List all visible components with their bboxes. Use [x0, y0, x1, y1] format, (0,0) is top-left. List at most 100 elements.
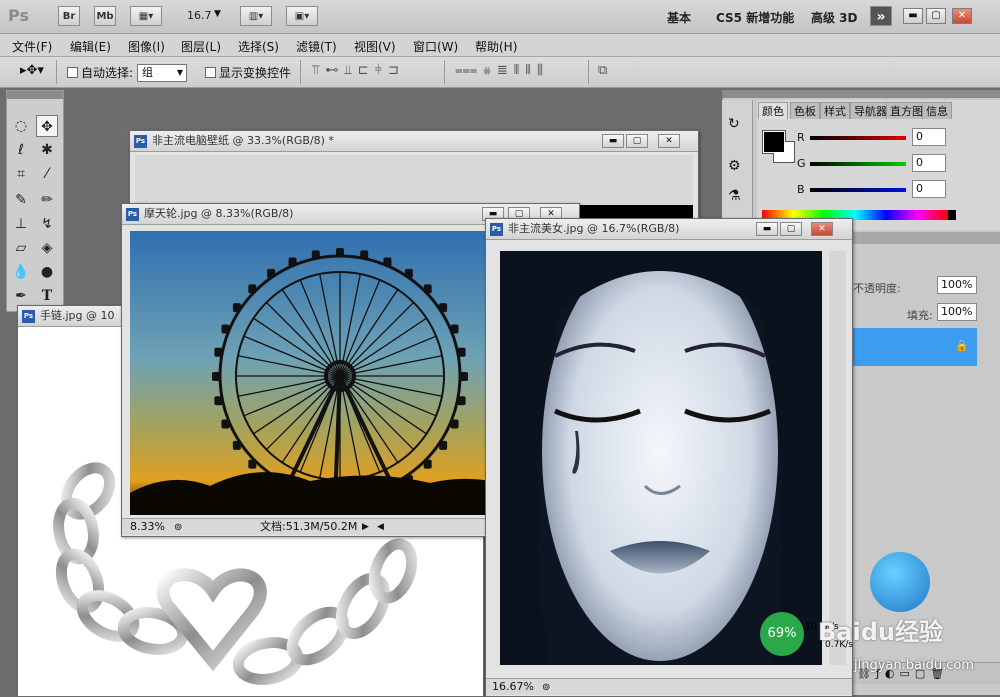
- zoom-percent[interactable]: 16.67%: [492, 679, 534, 695]
- wheel-cabin: [439, 440, 448, 450]
- channel-r-label: R: [797, 131, 805, 144]
- paint-bucket-tool-icon[interactable]: ◈: [36, 237, 58, 259]
- show-transform-checkbox[interactable]: [205, 67, 216, 78]
- distribute-icons-group[interactable]: ⩶⩷≣⫴⦀⫼: [455, 63, 549, 78]
- distribute-bottom-icon[interactable]: ≣: [497, 63, 514, 78]
- distribute-hcenter-icon[interactable]: ⦀: [525, 63, 537, 78]
- align-icons-group[interactable]: ⫪⊷⫫⊏⫩⊐: [312, 63, 405, 78]
- mini-bridge-button[interactable]: Mb: [94, 6, 116, 26]
- move-tool-icon[interactable]: ✥: [36, 115, 58, 137]
- clone-stamp-tool-icon[interactable]: ⊥: [10, 213, 32, 235]
- status-info-icon[interactable]: ⊚: [174, 520, 182, 536]
- align-hcenter-icon[interactable]: ⫩: [375, 63, 388, 78]
- panel-grip[interactable]: [723, 90, 1000, 98]
- bridge-button[interactable]: Br: [58, 6, 80, 26]
- vertical-scrollbar[interactable]: [829, 251, 846, 665]
- auto-align-icon[interactable]: ⧉: [598, 63, 607, 78]
- selected-layer-row[interactable]: 🔒: [853, 328, 977, 366]
- move-tool-preset-icon[interactable]: ▸✥▾: [20, 63, 44, 78]
- channel-b-slider[interactable]: [810, 188, 906, 192]
- close-icon[interactable]: ✕: [952, 8, 972, 24]
- eraser-tool-icon[interactable]: ▱: [10, 237, 32, 259]
- tab-styles[interactable]: 样式: [820, 102, 850, 119]
- status-menu-arrow-icon[interactable]: ▶: [362, 519, 369, 535]
- tab-color[interactable]: 颜色: [758, 102, 788, 119]
- workspace-advanced-3d[interactable]: 高级 3D: [811, 9, 858, 26]
- zoom-percent[interactable]: 8.33%: [130, 519, 165, 535]
- menu-edit[interactable]: 编辑(E): [70, 38, 111, 55]
- wheel-cabin: [221, 419, 230, 429]
- foreground-color-swatch-top[interactable]: [763, 131, 785, 153]
- opacity-input[interactable]: 100%: [937, 276, 977, 294]
- menu-help[interactable]: 帮助(H): [475, 38, 517, 55]
- menu-layer[interactable]: 图层(L): [181, 38, 221, 55]
- panel-grip[interactable]: [7, 91, 63, 99]
- distribute-left-icon[interactable]: ⫴: [514, 63, 525, 78]
- align-right-icon[interactable]: ⊐: [388, 63, 405, 78]
- zoom-level[interactable]: 16.7: [187, 9, 212, 22]
- auto-select-dropdown[interactable]: 组 ▼: [137, 64, 187, 82]
- channel-r-input[interactable]: 0: [912, 128, 946, 146]
- minimize-icon[interactable]: ▬: [756, 222, 778, 236]
- restore-icon[interactable]: ▢: [780, 222, 802, 236]
- fill-input[interactable]: 100%: [937, 303, 977, 321]
- minimize-icon[interactable]: ▬: [602, 134, 624, 148]
- auto-select-checkbox[interactable]: [67, 67, 78, 78]
- align-top-icon[interactable]: ⫪: [312, 63, 325, 78]
- distribute-right-icon[interactable]: ⫼: [537, 63, 549, 78]
- tab-swatches[interactable]: 色板: [790, 102, 820, 119]
- dodge-tool-icon[interactable]: ●: [36, 261, 58, 283]
- channel-b-input[interactable]: 0: [912, 180, 946, 198]
- document-title: 手链.jpg @ 10: [40, 309, 115, 322]
- history-panel-icon[interactable]: ↻: [728, 116, 740, 132]
- workspace-essentials[interactable]: 基本: [667, 9, 691, 26]
- scroll-left-icon[interactable]: ◀: [377, 519, 384, 535]
- close-icon[interactable]: ✕: [811, 222, 833, 236]
- workspace-cs5-new[interactable]: CS5 新增功能: [716, 9, 794, 26]
- brush-tool-icon[interactable]: ✏: [36, 189, 58, 211]
- menu-view[interactable]: 视图(V): [354, 38, 396, 55]
- minimize-icon[interactable]: ▬: [903, 8, 923, 24]
- menu-select[interactable]: 选择(S): [238, 38, 279, 55]
- arrange-documents-button[interactable]: ▥▾: [240, 6, 272, 26]
- distribute-vcenter-icon[interactable]: ⩷: [483, 63, 497, 78]
- color-ramp-black[interactable]: [948, 210, 956, 220]
- eyedropper-tool-icon[interactable]: ⁄: [36, 163, 58, 185]
- history-brush-tool-icon[interactable]: ↯: [36, 213, 58, 235]
- menu-file[interactable]: 文件(F): [12, 38, 52, 55]
- align-left-icon[interactable]: ⊏: [358, 63, 375, 78]
- status-info-icon[interactable]: ⊚: [542, 680, 550, 696]
- show-transform-label: 显示变换控件: [219, 66, 292, 80]
- align-vcenter-icon[interactable]: ⊷: [325, 63, 344, 78]
- chevron-down-icon[interactable]: ▼: [214, 9, 221, 19]
- align-bottom-icon[interactable]: ⫫: [344, 63, 357, 78]
- type-tool-icon[interactable]: T: [36, 285, 58, 307]
- menu-image[interactable]: 图像(I): [128, 38, 165, 55]
- lasso-tool-icon[interactable]: ℓ: [10, 139, 32, 161]
- menu-window[interactable]: 窗口(W): [413, 38, 458, 55]
- application-bar: Ps Br Mb ▦▾ 16.7 ▼ ▥▾ ▣▾ 基本 CS5 新增功能 高级 …: [0, 0, 1000, 34]
- restore-icon[interactable]: ▢: [626, 134, 648, 148]
- healing-brush-tool-icon[interactable]: ✎: [10, 189, 32, 211]
- tab-navigator[interactable]: 导航器: [850, 102, 891, 119]
- magic-wand-tool-icon[interactable]: ✱: [36, 139, 58, 161]
- close-icon[interactable]: ✕: [658, 134, 680, 148]
- view-extras-button[interactable]: ▦▾: [130, 6, 162, 26]
- crop-tool-icon[interactable]: ⌗: [10, 163, 32, 185]
- tab-histogram[interactable]: 直方图: [886, 102, 927, 119]
- channel-g-slider[interactable]: [810, 162, 906, 166]
- adjustments-panel-icon[interactable]: ⚙: [728, 158, 741, 174]
- channel-g-input[interactable]: 0: [912, 154, 946, 172]
- ps-file-icon: Ps: [22, 309, 35, 323]
- marquee-tool-icon[interactable]: ◌: [10, 115, 32, 137]
- more-workspaces-button[interactable]: »: [870, 6, 892, 26]
- pen-tool-icon[interactable]: ✒: [10, 285, 32, 307]
- masks-panel-icon[interactable]: ⚗: [728, 188, 741, 204]
- distribute-top-icon[interactable]: ⩶: [455, 63, 483, 78]
- blur-tool-icon[interactable]: 💧: [10, 261, 32, 283]
- screen-mode-button[interactable]: ▣▾: [286, 6, 318, 26]
- tab-info[interactable]: 信息: [922, 102, 952, 119]
- channel-r-slider[interactable]: [810, 136, 906, 140]
- restore-icon[interactable]: ▢: [926, 8, 946, 24]
- menu-filter[interactable]: 滤镜(T): [296, 38, 337, 55]
